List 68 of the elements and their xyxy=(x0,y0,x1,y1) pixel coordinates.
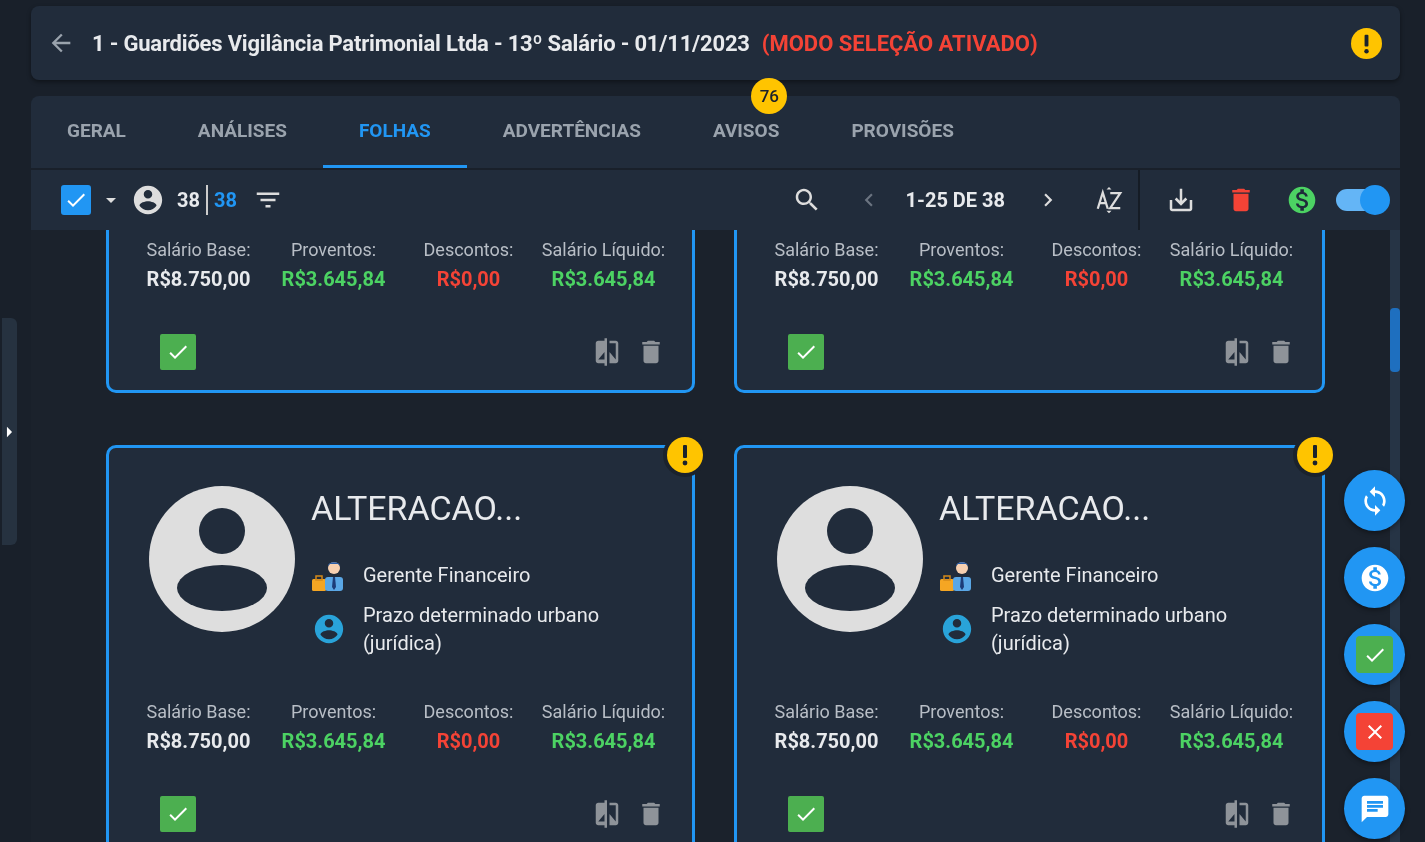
mode-label: (MODO SELEÇÃO ATIVADO) xyxy=(761,30,1038,56)
salary-value: R$3.645,84 xyxy=(551,266,656,293)
salary-value: R$3.645,84 xyxy=(1179,728,1284,755)
employee-card[interactable]: Salário Base: R$8.750,00 Proventos: R$3.645,84 Descontos: R$0,00 Salário Líquido: R$3.645,84 xyxy=(106,230,695,393)
salary-value: R$8.750,00 xyxy=(146,728,251,755)
salary-label: Salário Líquido: xyxy=(541,701,666,723)
salary-value: R$3.645,84 xyxy=(1179,266,1284,293)
person-icon xyxy=(312,612,346,646)
count-badge: 76 xyxy=(751,78,788,114)
salary-value: R$0,00 xyxy=(436,266,501,293)
salary-label: Salário Base: xyxy=(146,701,251,723)
employee-card[interactable]: Salário Base: R$8.750,00 Proventos: R$3.645,84 Descontos: R$0,00 Salário Líquido: R$3.645,84 xyxy=(734,230,1325,393)
salary-label: Proventos: xyxy=(290,701,377,723)
contract-type: Prazo determinado urbano (jurídica) xyxy=(991,602,1229,657)
salary-label: Descontos: xyxy=(423,239,514,261)
employee-card[interactable]: ALTERACAO... Gerente Financeiro Prazo determinado urbano (jurídica) Salário Base: R$8.750,00 Proventos: R$3.645,84 Descontos: R$0,00 Salário Líquido: R$3.645,84 xyxy=(106,445,695,842)
employee-name: ALTERACAO... xyxy=(939,488,1152,528)
employee-card[interactable]: ALTERACAO... Gerente Financeiro Prazo determinado urbano (jurídica) Salário Base: R$8.750,00 Proventos: R$3.645,84 Descontos: R$0,00 Salário Líquido: R$3.645,84 xyxy=(734,445,1325,842)
tab[interactable]: PROVISÕES xyxy=(815,96,990,168)
salary-label: Proventos: xyxy=(290,239,377,261)
card-checkbox[interactable] xyxy=(160,796,196,832)
salary-label: Descontos: xyxy=(1051,701,1142,723)
select-all-checkbox[interactable] xyxy=(61,185,91,215)
salary-value: R$0,00 xyxy=(1064,266,1129,293)
salary-value: R$8.750,00 xyxy=(774,728,879,755)
salary-label: Salário Base: xyxy=(774,239,879,261)
dollar-icon[interactable] xyxy=(1286,184,1318,216)
salary-label: Proventos: xyxy=(918,701,1005,723)
salary-label: Descontos: xyxy=(423,701,514,723)
salary-label: Salário Líquido: xyxy=(1169,239,1294,261)
salary-label: Descontos: xyxy=(1051,239,1142,261)
salary-value: R$3.645,84 xyxy=(551,728,656,755)
salary-value: R$8.750,00 xyxy=(146,266,251,293)
salary-label: Salário Base: xyxy=(774,701,879,723)
close-icon xyxy=(1356,713,1393,750)
warning-icon[interactable] xyxy=(1351,27,1382,59)
sort-icon[interactable] xyxy=(1094,185,1124,215)
salary-value: R$3.645,84 xyxy=(909,728,1014,755)
salary-label: Salário Base: xyxy=(146,239,251,261)
salary-value: R$0,00 xyxy=(1064,728,1129,755)
salary-value: R$0,00 xyxy=(436,728,501,755)
total-count: 38 xyxy=(177,188,200,212)
tab[interactable]: ADVERTÊNCIAS xyxy=(466,96,677,168)
tab[interactable]: ANÁLISES xyxy=(161,96,323,168)
employee-name: ALTERACAO... xyxy=(311,488,524,528)
salary-label: Salário Líquido: xyxy=(541,239,666,261)
pagination-label: 1-25 DE 38 xyxy=(905,188,1005,212)
card-checkbox[interactable] xyxy=(160,334,196,370)
selected-count: 38 xyxy=(213,188,237,212)
person-icon xyxy=(940,612,974,646)
salary-value: R$3.645,84 xyxy=(281,266,386,293)
check-icon xyxy=(1356,636,1393,673)
expand-arrow-icon xyxy=(6,425,13,438)
salary-value: R$8.750,00 xyxy=(774,266,879,293)
card-checkbox[interactable] xyxy=(788,334,824,370)
card-checkbox[interactable] xyxy=(788,796,824,832)
job-title: Gerente Financeiro xyxy=(363,562,532,589)
job-title: Gerente Financeiro xyxy=(991,562,1160,589)
salary-value: R$3.645,84 xyxy=(281,728,386,755)
person-icon xyxy=(131,183,165,217)
page-title: 1 - Guardiões Vigilância Patrimonial Ltda - 13º Salário - 01/11/2023 xyxy=(92,30,750,56)
salary-label: Salário Líquido: xyxy=(1169,701,1294,723)
contract-type: Prazo determinado urbano (jurídica) xyxy=(363,602,601,657)
salary-label: Proventos: xyxy=(918,239,1005,261)
salary-value: R$3.645,84 xyxy=(909,266,1014,293)
scrollbar-thumb[interactable] xyxy=(1390,308,1400,372)
tab[interactable]: GERAL xyxy=(31,96,162,168)
tab[interactable]: FOLHAS xyxy=(322,96,467,168)
